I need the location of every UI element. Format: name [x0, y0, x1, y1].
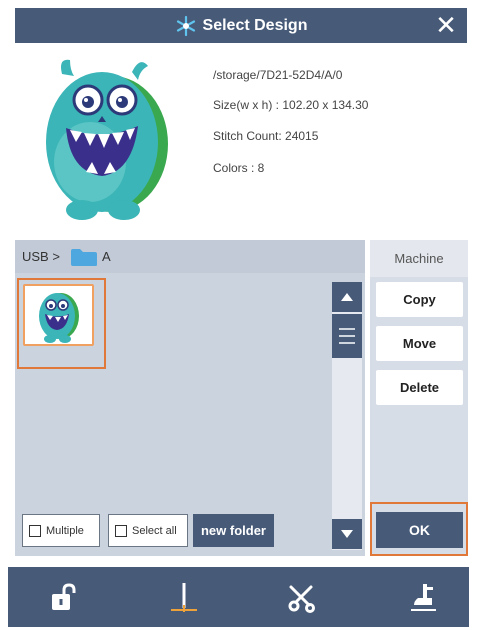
triangle-down-icon: [341, 530, 353, 538]
delete-button[interactable]: Delete: [376, 370, 463, 405]
scissors-icon[interactable]: [285, 581, 319, 615]
presser-foot-icon[interactable]: [406, 581, 440, 615]
scroll-down-button[interactable]: [332, 519, 362, 549]
needle-icon[interactable]: [167, 581, 201, 615]
stitch-count: Stitch Count: 24015: [213, 129, 319, 143]
breadcrumb-folder-name[interactable]: A: [102, 249, 111, 264]
breadcrumb: USB > A: [15, 240, 365, 273]
page-title: Select Design: [202, 16, 308, 34]
design-size: Size(w x h) : 102.20 x 134.30: [213, 98, 369, 112]
title-wrap: Select Design: [15, 8, 467, 43]
actions-panel: Machine Copy Move Delete OK: [370, 240, 468, 556]
snowflake-logo-icon: [176, 15, 195, 36]
select-all-checkbox[interactable]: Select all: [108, 514, 188, 547]
file-path: /storage/7D21-52D4/A/0: [213, 68, 343, 82]
bottom-nav-bar: [8, 567, 469, 627]
new-folder-button[interactable]: new folder: [193, 514, 274, 547]
triangle-up-icon: [341, 293, 353, 301]
select-all-label: Select all: [132, 524, 177, 537]
ok-button[interactable]: OK: [376, 512, 463, 548]
unlock-icon[interactable]: [45, 581, 79, 615]
machine-tab[interactable]: Machine: [370, 240, 468, 277]
design-preview-image: [46, 59, 168, 220]
multiple-checkbox[interactable]: Multiple: [22, 514, 100, 547]
breadcrumb-root[interactable]: USB >: [22, 249, 60, 264]
monster-thumbnail-icon: [39, 293, 79, 343]
scroll-up-button[interactable]: [332, 282, 362, 312]
move-button[interactable]: Move: [376, 326, 463, 361]
copy-button[interactable]: Copy: [376, 282, 463, 317]
color-count: Colors : 8: [213, 161, 265, 175]
checkbox-icon: [29, 524, 41, 537]
title-bar: Select Design ✕: [15, 8, 467, 43]
multiple-label: Multiple: [46, 524, 84, 537]
folder-icon: [71, 249, 97, 266]
scroll-thumb[interactable]: [332, 314, 362, 358]
menu-icon: [339, 328, 355, 344]
design-thumbnail[interactable]: [23, 284, 94, 346]
close-icon[interactable]: ✕: [431, 10, 461, 40]
file-browser-panel: USB > A Multiple Select all new folder: [15, 240, 365, 556]
checkbox-icon: [115, 524, 127, 537]
